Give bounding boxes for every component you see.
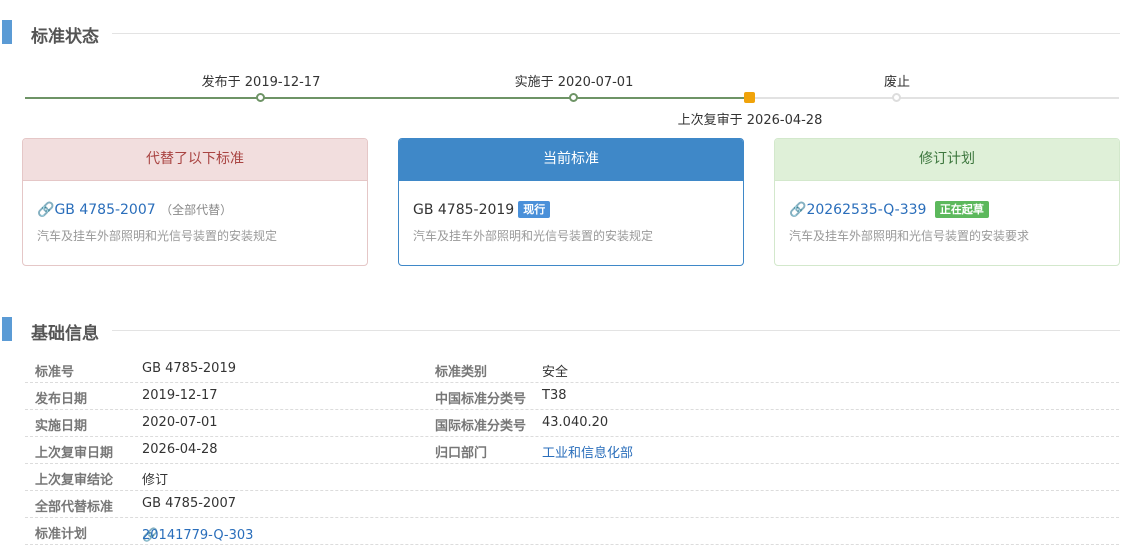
info-label: 实施日期 <box>35 419 88 434</box>
info-row: 标准计划 🔗 20141779-Q-303 <box>25 518 1119 545</box>
timeline-label-abolished: 废止 <box>883 75 911 90</box>
revision-plan-card: 修订计划 🔗20262535-Q-339 正在起草 汽车及挂车外部照明和光信号装… <box>774 138 1120 266</box>
status-badge: 正在起草 <box>934 201 989 218</box>
status-section-header: 标准状态 <box>0 20 1120 47</box>
replaced-standards-card: 代替了以下标准 🔗GB 4785-2007 （全部代替） 汽车及挂车外部照明和光… <box>22 138 368 266</box>
replaced-standard-desc: 汽车及挂车外部照明和光信号装置的安装规定 <box>37 229 278 243</box>
timeline-node-abolished <box>892 93 901 102</box>
info-label: 标准号 <box>35 365 75 380</box>
replace-note: （全部代替） <box>160 203 233 217</box>
revision-plan-desc: 汽车及挂车外部照明和光信号装置的安装要求 <box>789 229 1030 243</box>
standard-plan-code: 20141779-Q-303 <box>142 528 254 543</box>
info-label: 标准类别 <box>435 365 488 380</box>
replaced-standard-code: GB 4785-2007 <box>54 202 156 218</box>
timeline-label-published: 发布于 2019-12-17 <box>201 75 321 90</box>
info-value: 2026-04-28 <box>142 442 218 457</box>
info-row: 标准号 GB 4785-2019 标准类别 安全 <box>25 356 1119 383</box>
section-title: 基础信息 <box>31 324 99 344</box>
revision-plan-link[interactable]: 🔗20262535-Q-339 <box>789 202 931 218</box>
info-value: 43.040.20 <box>542 415 609 430</box>
timeline-node-last-review <box>744 92 755 103</box>
info-value: GB 4785-2007 <box>142 496 236 511</box>
info-value: 修订 <box>142 473 169 488</box>
info-label: 上次复审结论 <box>35 473 114 488</box>
status-badge: 现行 <box>518 201 551 218</box>
info-label: 标准计划 <box>35 527 88 542</box>
replaced-standard-link[interactable]: 🔗GB 4785-2007 <box>37 202 160 218</box>
info-value: 2020-07-01 <box>142 415 218 430</box>
timeline-node-implemented <box>569 93 578 102</box>
department-link[interactable]: 工业和信息化部 <box>542 442 633 461</box>
basic-info-section-header: 基础信息 <box>0 317 1120 344</box>
info-label: 全部代替标准 <box>35 500 114 515</box>
section-accent-bar <box>2 20 12 44</box>
info-value: GB 4785-2019 <box>142 361 236 376</box>
info-row: 全部代替标准 GB 4785-2007 <box>25 491 1119 518</box>
info-label: 归口部门 <box>435 446 488 461</box>
section-accent-bar <box>2 317 12 341</box>
info-value: 安全 <box>542 365 569 380</box>
link-icon: 🔗 <box>37 202 55 218</box>
timeline-node-published <box>256 93 265 102</box>
info-row: 发布日期 2019-12-17 中国标准分类号 T38 <box>25 383 1119 410</box>
timeline-pending-line <box>749 97 1119 99</box>
info-row: 实施日期 2020-07-01 国际标准分类号 43.040.20 <box>25 410 1119 437</box>
current-standard-card: 当前标准 GB 4785-2019 现行 汽车及挂车外部照明和光信号装置的安装规定 <box>398 138 744 266</box>
link-icon: 🔗 <box>789 202 807 218</box>
info-label: 上次复审日期 <box>35 446 114 461</box>
info-value: T38 <box>542 388 567 403</box>
revision-plan-code: 20262535-Q-339 <box>806 202 927 218</box>
section-divider <box>112 330 1120 331</box>
basic-info-table: 标准号 GB 4785-2019 标准类别 安全 发布日期 2019-12-17… <box>25 356 1119 545</box>
card-header: 修订计划 <box>775 139 1119 181</box>
current-standard-code: GB 4785-2019 <box>413 202 515 218</box>
card-header: 代替了以下标准 <box>23 139 367 181</box>
timeline-label-implemented: 实施于 2020-07-01 <box>514 75 634 90</box>
info-label: 国际标准分类号 <box>435 419 527 434</box>
info-label: 中国标准分类号 <box>435 392 527 407</box>
section-title: 标准状态 <box>31 27 99 47</box>
card-header: 当前标准 <box>399 139 743 181</box>
info-label: 发布日期 <box>35 392 88 407</box>
current-standard-desc: 汽车及挂车外部照明和光信号装置的安装规定 <box>413 229 654 243</box>
info-value: 2019-12-17 <box>142 388 218 403</box>
timeline-label-last-review: 上次复审于 2026-04-28 <box>677 113 823 128</box>
info-row: 上次复审日期 2026-04-28 归口部门 工业和信息化部 <box>25 437 1119 464</box>
section-divider <box>112 33 1120 34</box>
timeline-progress-line <box>25 97 749 99</box>
info-row: 上次复审结论 修订 <box>25 464 1119 491</box>
